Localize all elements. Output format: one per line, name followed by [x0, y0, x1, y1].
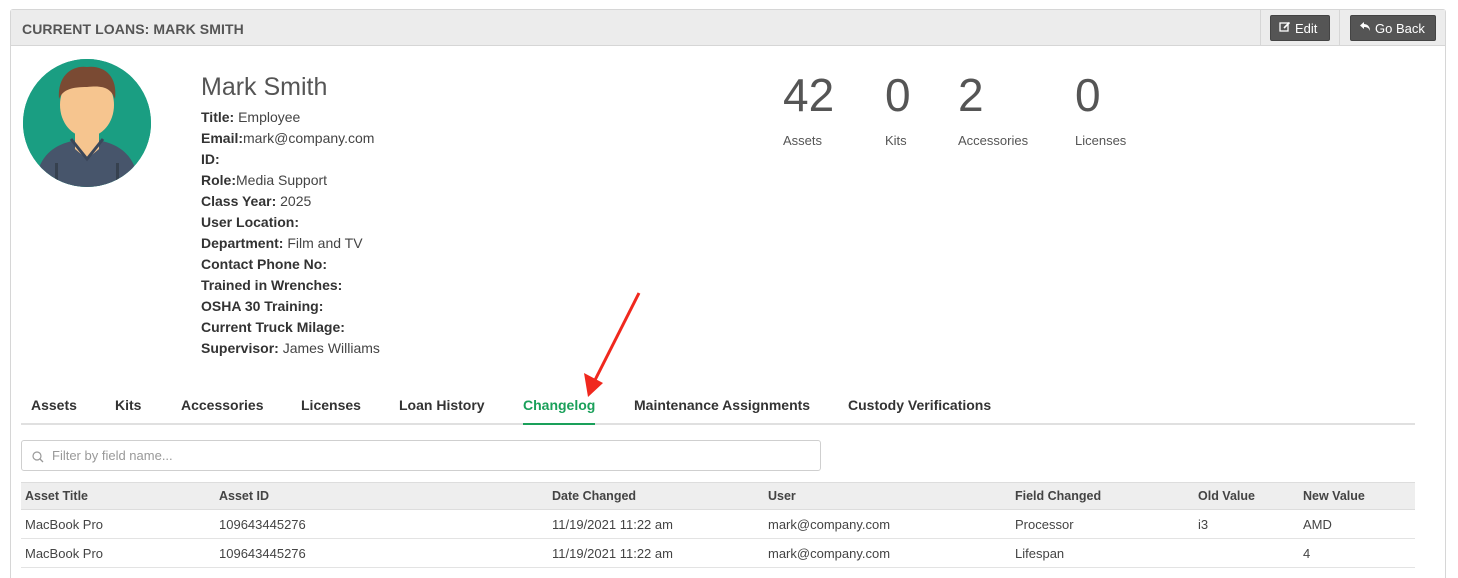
tab-accessories[interactable]: Accessories	[181, 397, 264, 425]
field-label: Supervisor:	[201, 340, 279, 356]
field-label: Contact Phone No:	[201, 256, 327, 272]
tab-maintenance-assignments[interactable]: Maintenance Assignments	[634, 397, 810, 425]
stat-accessories[interactable]: 2 Accessories	[958, 67, 1028, 148]
field-value: Film and TV	[283, 235, 363, 251]
user-name: Mark Smith	[201, 73, 328, 101]
tab-loan-history[interactable]: Loan History	[399, 397, 485, 425]
stat-label: Kits	[885, 133, 907, 148]
table-header-row: Asset Title Asset ID Date Changed User F…	[21, 482, 1415, 510]
table-cell: mark@company.com	[764, 538, 1011, 568]
info-supervisor: Supervisor: James Williams	[201, 338, 380, 359]
info-osha-training: OSHA 30 Training:	[201, 296, 380, 317]
tab-custody-verifications[interactable]: Custody Verifications	[848, 397, 991, 425]
table-cell: MacBook Pro	[21, 509, 215, 539]
table-row: MacBook Pro 109643445276 11/19/2021 11:2…	[21, 538, 1415, 568]
table-cell: 11/19/2021 11:22 am	[548, 538, 764, 568]
stat-value: 42	[783, 69, 835, 121]
column-header[interactable]: Old Value	[1194, 482, 1299, 510]
field-label: ID:	[201, 151, 220, 167]
column-header[interactable]: Field Changed	[1011, 482, 1194, 510]
stat-value: 0	[1075, 69, 1101, 121]
stat-label: Accessories	[958, 133, 1029, 148]
tab-bar: Assets Kits Accessories Licenses Loan Hi…	[21, 397, 1415, 425]
field-label: User Location:	[201, 214, 300, 230]
edit-button[interactable]: Edit	[1270, 15, 1330, 41]
header-divider	[1339, 10, 1340, 46]
table-cell: mark@company.com	[764, 509, 1011, 539]
stat-value: 0	[885, 69, 911, 121]
table-cell: Processor	[1011, 509, 1194, 539]
info-user-location: User Location:	[201, 212, 380, 233]
stat-label: Assets	[783, 133, 823, 148]
field-label: Current Truck Milage:	[201, 319, 345, 335]
tab-licenses[interactable]: Licenses	[301, 397, 361, 425]
field-value: Media Support	[236, 172, 328, 188]
table-cell	[1194, 538, 1299, 568]
go-back-button[interactable]: Go Back	[1350, 15, 1436, 41]
table-cell: AMD	[1299, 509, 1415, 539]
changelog-table: Asset Title Asset ID Date Changed User F…	[21, 482, 1415, 568]
tab-kits[interactable]: Kits	[115, 397, 141, 425]
table-cell: i3	[1194, 509, 1299, 539]
column-header[interactable]: User	[764, 482, 1011, 510]
info-email: Email:mark@company.com	[201, 128, 380, 149]
go-back-button-label: Go Back	[1375, 20, 1425, 36]
field-label: Title:	[201, 109, 235, 125]
edit-button-label: Edit	[1295, 20, 1318, 36]
table-cell: 109643445276	[215, 509, 548, 539]
reply-arrow-icon	[1359, 21, 1371, 35]
stat-value: 2	[958, 69, 984, 121]
field-label: Class Year:	[201, 193, 277, 209]
field-value: James Williams	[278, 340, 380, 356]
column-header[interactable]: Asset Title	[21, 482, 215, 510]
column-header[interactable]: Asset ID	[215, 482, 548, 510]
edit-icon	[1279, 21, 1291, 36]
stat-kits[interactable]: 0 Kits	[885, 67, 911, 148]
table-row: MacBook Pro 109643445276 11/19/2021 11:2…	[21, 509, 1415, 539]
info-role: Role:Media Support	[201, 170, 380, 191]
filter-box	[21, 440, 821, 471]
tab-assets[interactable]: Assets	[31, 397, 77, 425]
field-value: mark@company.com	[243, 130, 375, 146]
user-avatar	[23, 59, 151, 187]
info-title: Title: Employee	[201, 107, 380, 128]
info-contact-phone: Contact Phone No:	[201, 254, 380, 275]
search-icon	[32, 450, 44, 462]
table-cell: 11/19/2021 11:22 am	[548, 509, 764, 539]
info-truck-milage: Current Truck Milage:	[201, 317, 380, 338]
info-id: ID:	[201, 149, 380, 170]
filter-input[interactable]	[52, 448, 792, 463]
column-header[interactable]: Date Changed	[548, 482, 764, 510]
table-cell: 109643445276	[215, 538, 548, 568]
info-department: Department: Film and TV	[201, 233, 380, 254]
info-class-year: Class Year: 2025	[201, 191, 380, 212]
info-trained-wrenches: Trained in Wrenches:	[201, 275, 380, 296]
page-title: CURRENT LOANS: MARK SMITH	[22, 21, 244, 37]
stat-licenses[interactable]: 0 Licenses	[1075, 67, 1126, 148]
stat-label: Licenses	[1075, 133, 1127, 148]
table-cell: MacBook Pro	[21, 538, 215, 568]
column-header[interactable]: New Value	[1299, 482, 1415, 510]
stat-assets[interactable]: 42 Assets	[783, 67, 834, 148]
panel-header: CURRENT LOANS: MARK SMITH Edit Go Back	[11, 10, 1445, 46]
header-divider	[1260, 10, 1261, 46]
field-label: Department:	[201, 235, 284, 251]
field-value: Employee	[234, 109, 301, 125]
table-cell: 4	[1299, 538, 1415, 568]
tab-changelog[interactable]: Changelog	[523, 397, 596, 425]
user-info: Title: Employee Email:mark@company.com I…	[201, 107, 380, 359]
field-label: Trained in Wrenches:	[201, 277, 343, 293]
field-label: Role:	[201, 172, 236, 188]
field-value: 2025	[276, 193, 312, 209]
table-cell: Lifespan	[1011, 538, 1194, 568]
field-label: OSHA 30 Training:	[201, 298, 324, 314]
field-label: Email:	[201, 130, 244, 146]
